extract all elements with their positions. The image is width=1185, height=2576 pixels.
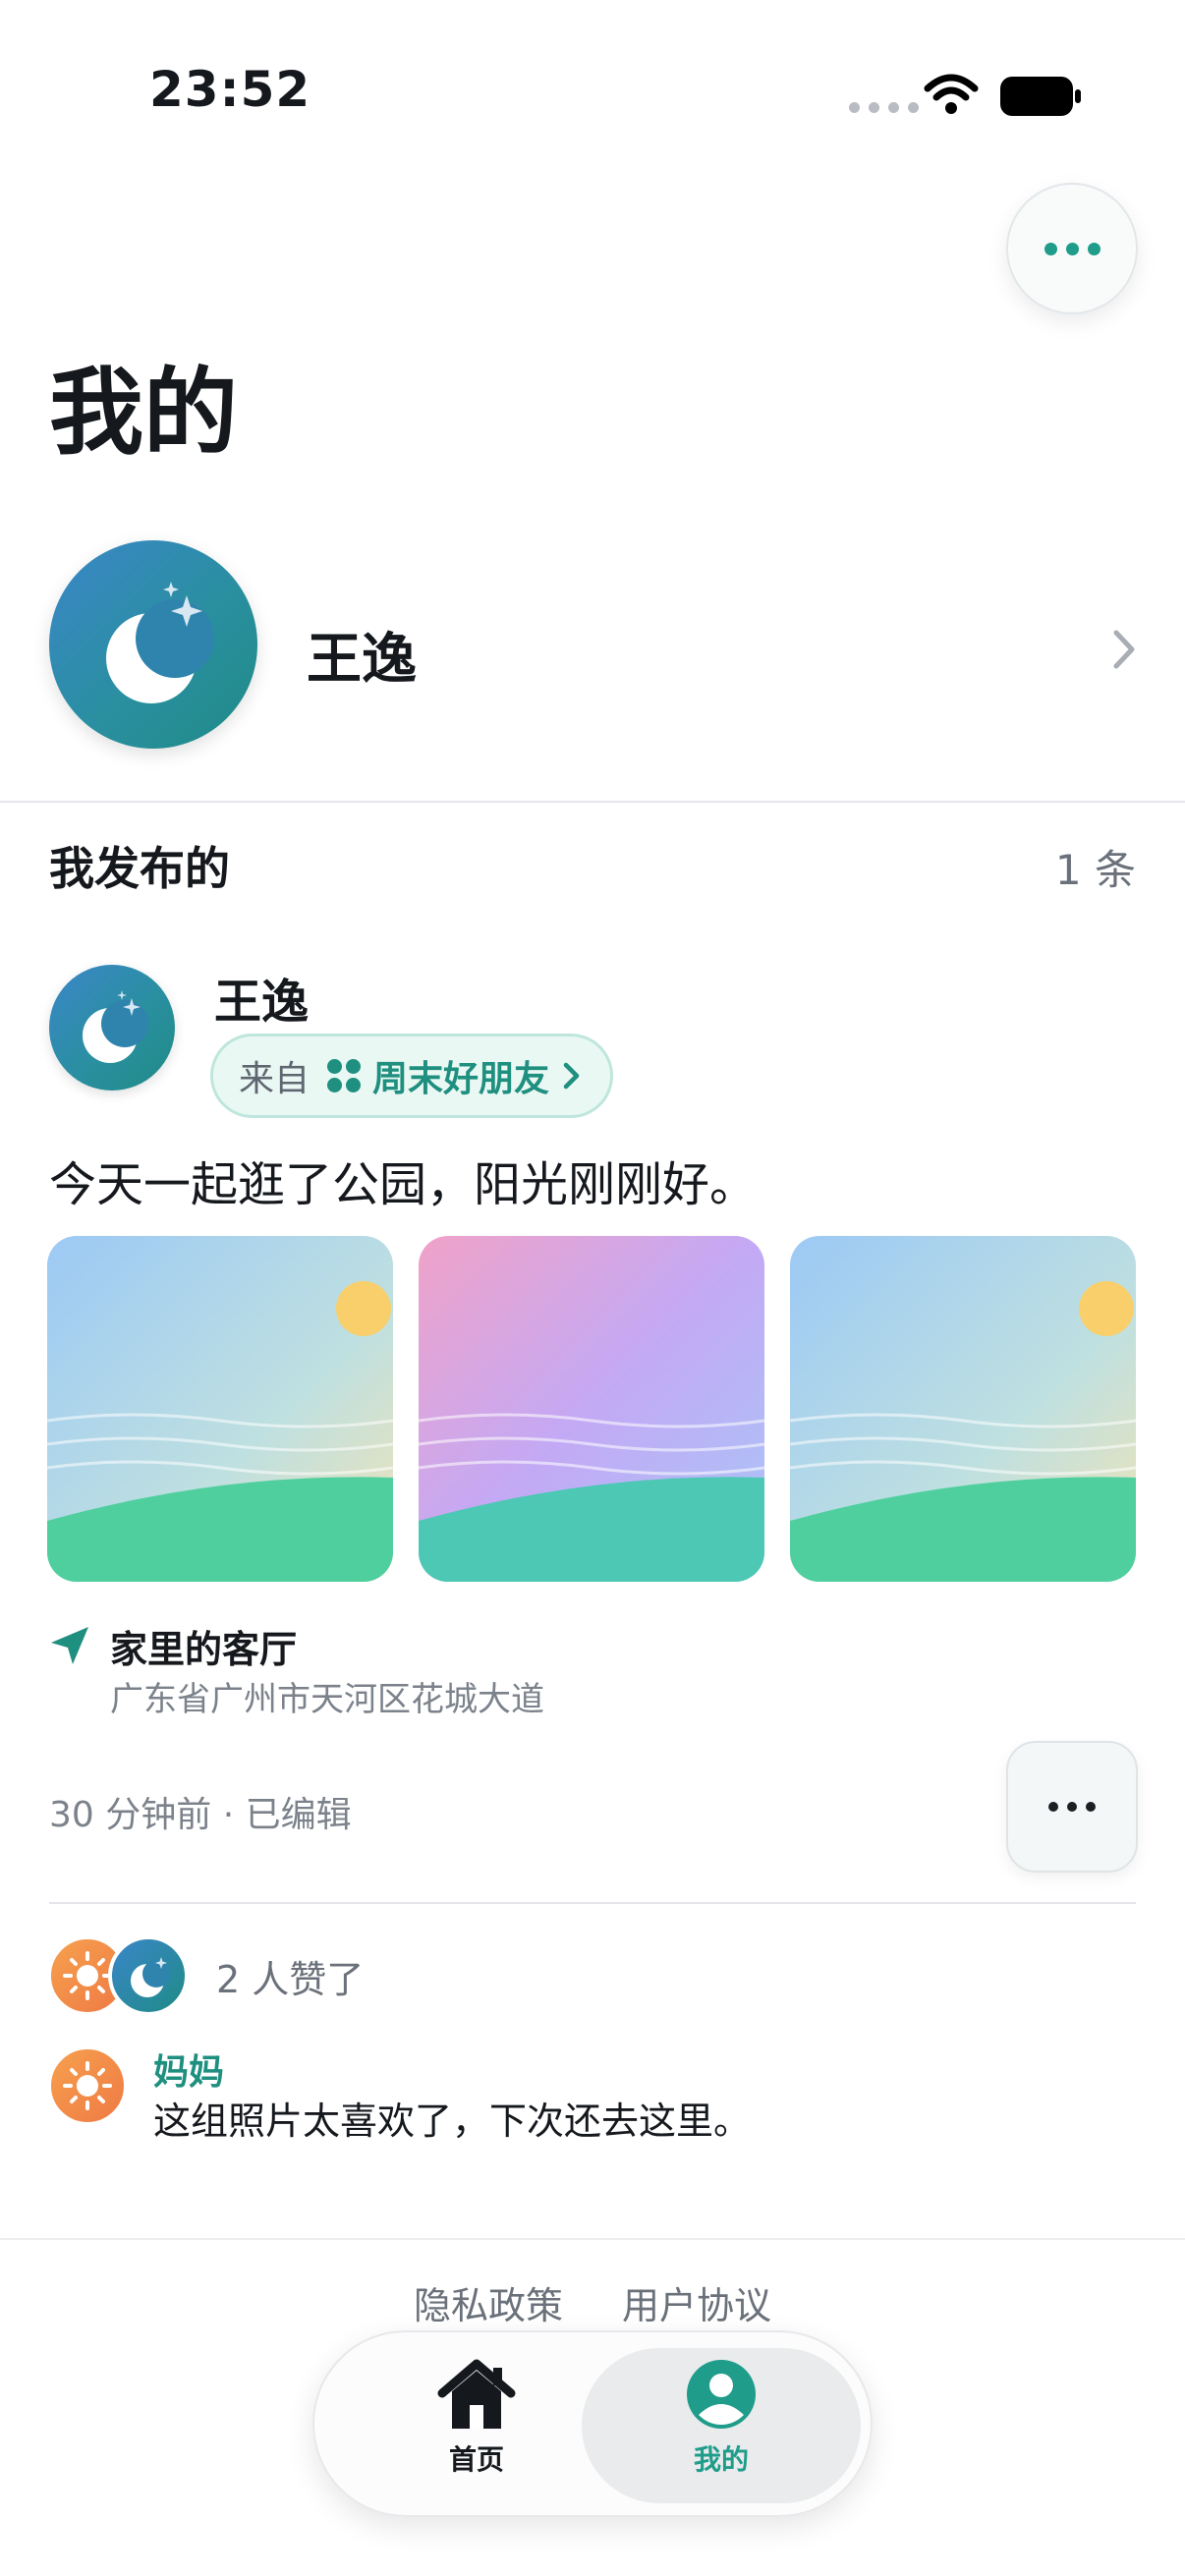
chip-from-label: 来自: [239, 1059, 310, 1099]
post-author: 王逸: [214, 975, 310, 1030]
moon-avatar-icon: [131, 1957, 170, 1997]
tab-home[interactable]: 首页: [383, 2358, 570, 2493]
person-icon: [687, 2360, 756, 2429]
location-arrow-icon: [51, 1627, 88, 1664]
group-icon: [327, 1059, 362, 1092]
divider: [0, 801, 1185, 803]
divider: [49, 1902, 1136, 1904]
more-dot: [1086, 1802, 1096, 1812]
home-icon: [437, 2359, 516, 2429]
chip-group-name: 周末好朋友: [372, 1059, 550, 1099]
tab-home-label: 首页: [448, 2443, 504, 2476]
wifi-icon: [924, 74, 979, 114]
section-title: 我发布的: [49, 842, 230, 895]
photo-landscape: [47, 1236, 393, 1582]
battery-icon: [1000, 77, 1081, 116]
more-dot: [1044, 242, 1057, 255]
status-time: 23:52: [149, 61, 311, 118]
signal-dots-icon: [849, 102, 919, 113]
avatar: [49, 540, 257, 749]
page-title: 我的: [49, 358, 238, 468]
post-timestamp: 30 分钟前 · 已编辑: [49, 1795, 352, 1835]
profile-row[interactable]: 王逸: [0, 540, 1185, 756]
more-dot: [1065, 242, 1079, 255]
more-button[interactable]: [1006, 183, 1138, 314]
photo-landscape: [790, 1236, 1136, 1582]
photo-landscape: [419, 1236, 764, 1582]
comment-author[interactable]: 妈妈: [153, 2044, 224, 2095]
location-address: 广东省广州市天河区花城大道: [110, 1680, 544, 1719]
sun-avatar-icon: [63, 2061, 112, 2110]
profile-name: 王逸: [307, 628, 417, 692]
post-photo[interactable]: [419, 1236, 764, 1582]
post-more-button[interactable]: [1006, 1741, 1138, 1873]
post-count: 1 条: [1054, 846, 1136, 894]
moon-avatar-icon: [106, 582, 214, 703]
comment-text: 这组照片太喜欢了，下次还去这里。: [153, 2100, 752, 2143]
moon-avatar-icon: [83, 990, 148, 1063]
location-name[interactable]: 家里的客厅: [110, 1619, 297, 1673]
likes-count[interactable]: 2 人赞了: [216, 1949, 364, 2003]
post-photo[interactable]: [790, 1236, 1136, 1582]
privacy-policy-link[interactable]: 隐私政策: [414, 2275, 563, 2329]
tab-bar: 首页 我的: [312, 2330, 873, 2517]
chevron-right-icon: [1113, 630, 1135, 669]
divider: [0, 2238, 1185, 2240]
group-chip[interactable]: 来自 周末好朋友: [210, 1034, 614, 1118]
post-text: 今天一起逛了公园，阳光刚刚好。: [49, 1157, 758, 1212]
more-dot: [1087, 242, 1100, 255]
chevron-right-icon: [563, 1062, 580, 1090]
commenter-avatar: [47, 2045, 128, 2126]
tab-me[interactable]: 我的: [582, 2358, 861, 2493]
tab-me-label: 我的: [693, 2443, 749, 2476]
footer-links: 隐私政策 用户协议: [0, 2275, 1185, 2329]
user-agreement-link[interactable]: 用户协议: [622, 2275, 771, 2329]
liker-avatar: [108, 1935, 189, 2016]
more-dot: [1048, 1802, 1058, 1812]
post-author-avatar[interactable]: [49, 965, 175, 1091]
more-dot: [1067, 1802, 1077, 1812]
post-photo[interactable]: [47, 1236, 393, 1582]
